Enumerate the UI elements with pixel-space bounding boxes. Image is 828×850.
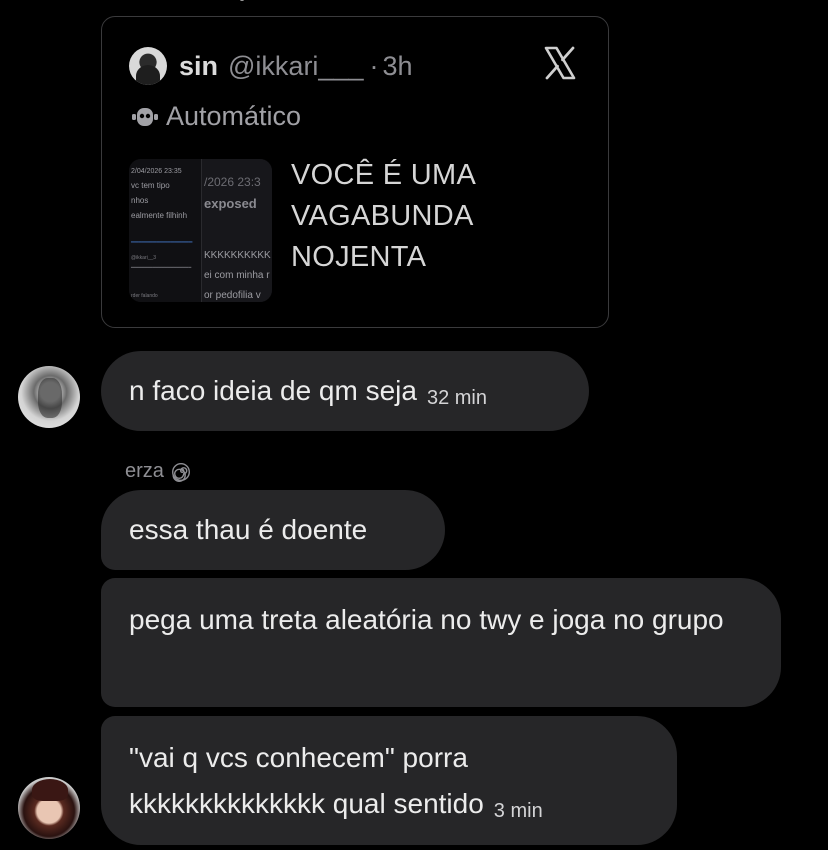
media-text: ealmente filhinh [131,211,188,220]
tweet-header: sin @ikkari___ · 3h [129,47,413,85]
media-text: rder falando [131,293,158,299]
media-text: /2026 23:3 [204,175,261,189]
message-time: 32 min [426,387,487,409]
scroll-remnant [240,0,244,1]
sender-name-text: erza [125,460,164,482]
tweet-author-avatar[interactable] [129,47,167,85]
media-text: nhos [131,196,149,205]
media-text: exposed [204,196,257,211]
media-link-line: ━━━━━━━━━━━━━━━━━ [131,240,193,246]
tweet-author-handle[interactable]: @ikkari___ [228,51,363,82]
x-logo-icon [544,46,576,80]
media-text: ei com minha r [204,270,270,281]
sender-name: erza [125,460,191,483]
tweet-embed-card[interactable]: sin @ikkari___ · 3h Automático 2/04/2026… [101,16,609,328]
tweet-author-name[interactable]: sin [179,51,218,82]
media-text: 2/04/2026 23:35 [131,168,182,175]
media-screenshot-left: 2/04/2026 23:35 vc tem tipo nhos ealment… [129,159,202,302]
message-text: "vai q vcs conhecem" porra kkkkkkkkkkkkk… [129,742,484,819]
message-time: 3 min [493,800,543,822]
avatar[interactable] [18,366,80,428]
media-text: or pedofilia v [204,290,261,301]
media-text: KKKKKKKKKK [204,250,271,261]
media-text: @ikkari__3 [131,255,157,261]
media-text: vc tem tipo [131,181,170,190]
tweet-media-thumbnail[interactable]: 2/04/2026 23:35 vc tem tipo nhos ealment… [129,159,272,302]
message-bubble[interactable]: essa thau é doente [101,490,445,570]
automated-label: Automático [132,101,301,132]
tweet-separator: · [369,50,379,81]
bot-icon [132,107,158,126]
avatar[interactable] [18,777,80,839]
message-bubble[interactable]: "vai q vcs conhecem" porra kkkkkkkkkkkkk… [101,716,677,845]
message-bubble[interactable]: n faco ideia de qm seja 32 min [101,351,589,431]
message-bubble[interactable]: pega uma treta aleatória no twy e joga n… [101,578,781,707]
tweet-text: VOCÊ É UMA VAGABUNDA NOJENTA [291,159,475,273]
message-text: essa thau é doente [129,514,368,545]
message-text: n faco ideia de qm seja [129,375,417,406]
message-text: pega uma treta aleatória no twy e joga n… [129,604,724,635]
automated-label-text: Automático [166,101,302,131]
media-filler-line: ━━━━━━━━━━━━━━━━━━━━ [131,265,192,271]
tweet-time: 3h [382,50,413,81]
spiral-icon [171,462,190,482]
media-screenshot-right: /2026 23:3 exposed KKKKKKKKKK ei com min… [202,159,272,302]
